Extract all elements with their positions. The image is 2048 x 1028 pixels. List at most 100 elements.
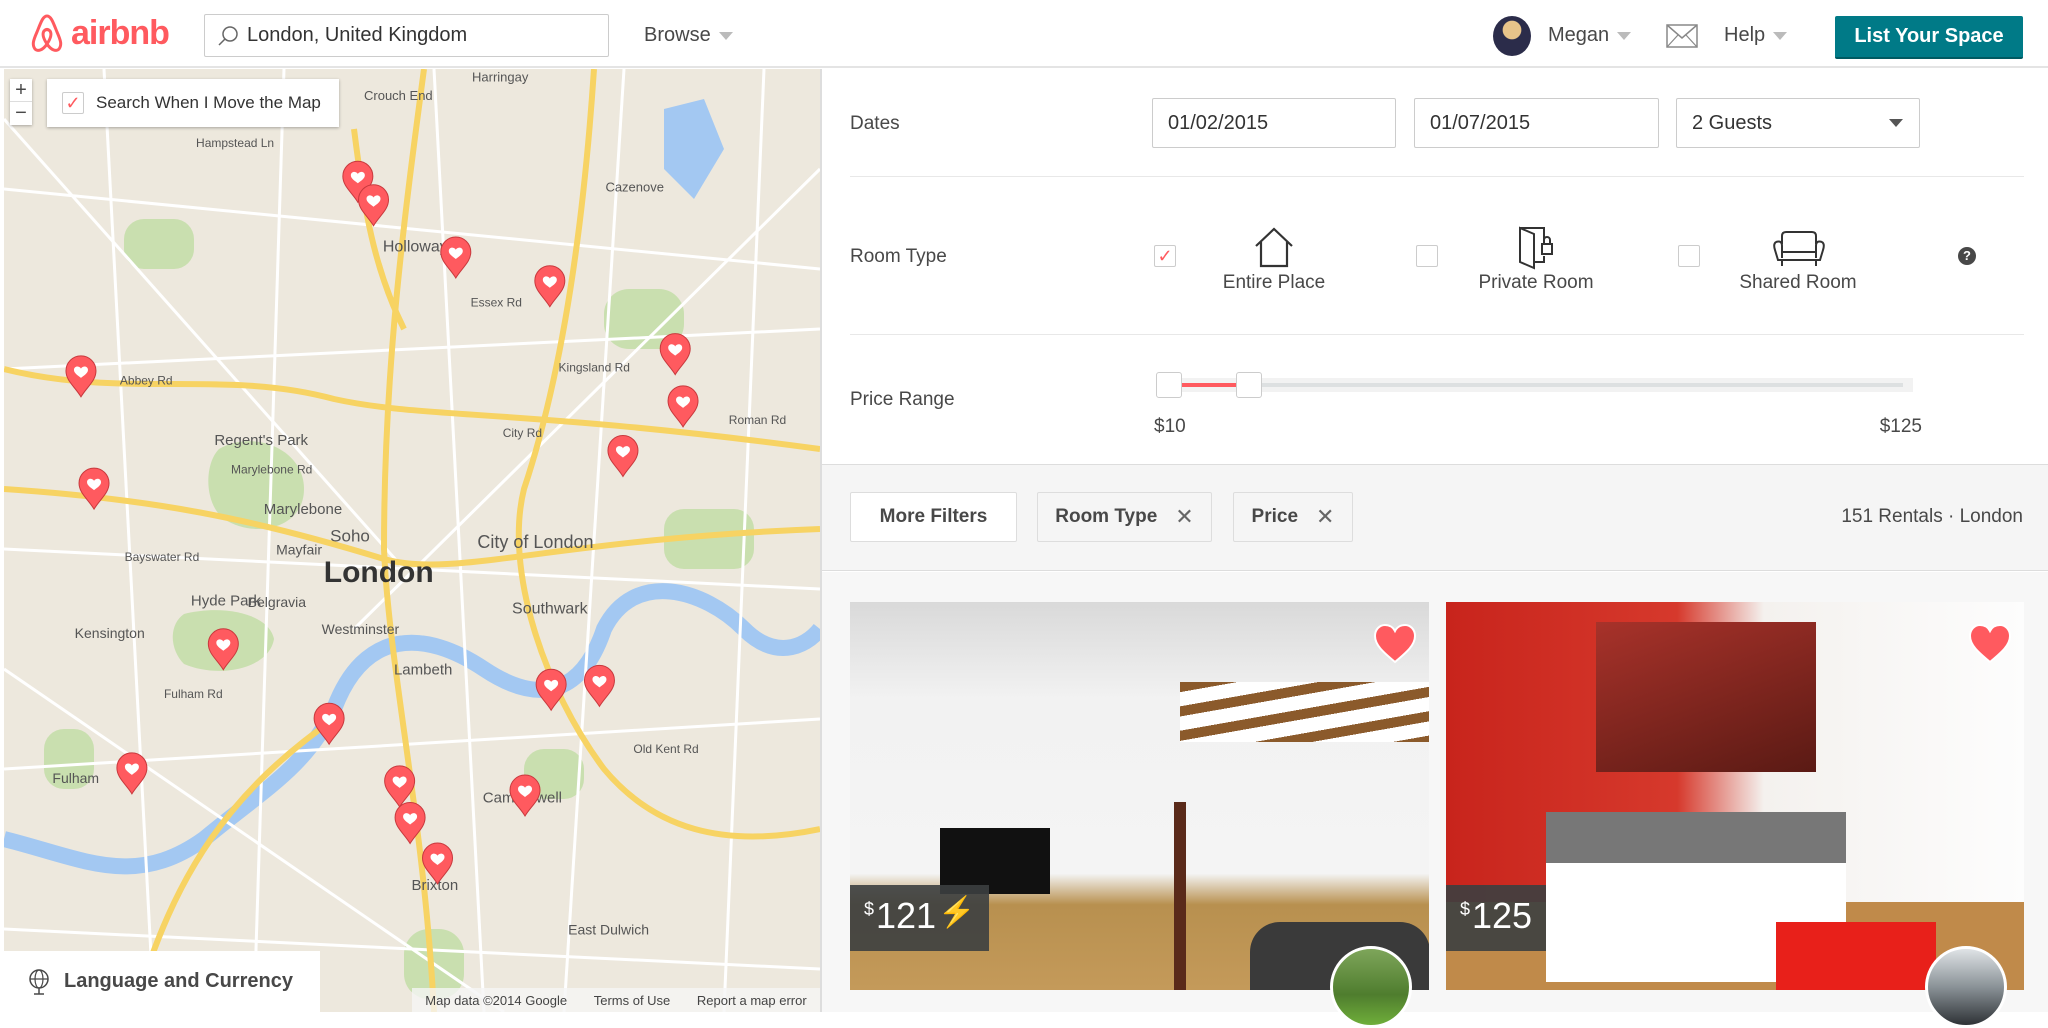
map-label: Marylebone Rd: [231, 463, 312, 477]
slider-max-handle[interactable]: [1236, 372, 1263, 398]
zoom-in-button[interactable]: +: [10, 79, 32, 102]
browse-menu[interactable]: Browse: [644, 24, 733, 47]
chevron-down-icon: [1889, 119, 1903, 127]
map-label: Bayswater Rd: [125, 550, 200, 564]
map-label: East Dulwich: [568, 922, 649, 938]
private-room-label[interactable]: Private Room: [1446, 272, 1626, 294]
language-currency-button[interactable]: Language and Currency: [4, 951, 320, 1012]
shared-room-label[interactable]: Shared Room: [1708, 272, 1888, 294]
airbnb-belo-icon: [31, 14, 63, 52]
close-icon[interactable]: ✕: [1175, 504, 1193, 530]
shared-room-checkbox[interactable]: [1678, 245, 1700, 267]
map-label: Hampstead Ln: [196, 136, 274, 150]
user-name: Megan: [1548, 24, 1610, 46]
currency: $: [1460, 899, 1471, 919]
map-label: Belgravia: [248, 594, 307, 610]
chip-label: Price: [1251, 506, 1299, 527]
zoom-out-button[interactable]: −: [10, 102, 32, 124]
map-label: Kensington: [75, 625, 145, 641]
room-type-chip[interactable]: Room Type ✕: [1037, 492, 1212, 542]
map-label: Kingsland Rd: [559, 361, 630, 375]
map-data-credit: Map data ©2014 Google: [425, 992, 568, 1008]
map-label: Fulham: [52, 770, 99, 786]
map-label: City of London: [477, 532, 593, 552]
close-icon[interactable]: ✕: [1316, 504, 1334, 530]
report-map-error-link[interactable]: Report a map error: [697, 993, 807, 1008]
user-menu[interactable]: Megan: [1548, 24, 1632, 47]
map-label: Fulham Rd: [164, 687, 223, 701]
listing-price-badge: $125: [1446, 885, 1547, 951]
heart-icon[interactable]: [1373, 624, 1417, 664]
checkin-input[interactable]: 01/02/2015: [1152, 98, 1396, 148]
slider-min-handle[interactable]: [1156, 372, 1182, 398]
header: airbnb London, United Kingdom Browse Meg…: [0, 0, 2048, 68]
browse-label: Browse: [644, 24, 711, 46]
host-avatar[interactable]: [1330, 946, 1412, 1028]
map-label: Lambeth: [394, 662, 452, 679]
photo-painting: [1596, 622, 1816, 772]
airbnb-logo[interactable]: airbnb: [29, 12, 170, 54]
search-when-move-toggle[interactable]: ✓ Search When I Move the Map: [47, 79, 339, 127]
listing-card[interactable]: $125: [1446, 602, 2024, 990]
divider: [850, 334, 2024, 335]
map-label: Regent's Park: [214, 432, 308, 449]
chevron-down-icon: [1773, 31, 1788, 40]
listing-price: 125: [1472, 895, 1533, 936]
heart-icon[interactable]: [1968, 624, 2012, 664]
instant-book-icon: ⚡: [938, 896, 976, 929]
checkout-input[interactable]: 01/07/2015: [1414, 98, 1659, 148]
room-type-label: Room Type: [850, 246, 947, 267]
map-label: Essex Rd: [471, 295, 522, 309]
map-label: Harringay: [472, 70, 529, 85]
location-search-input[interactable]: London, United Kingdom: [204, 14, 609, 57]
map-label: Crouch End: [364, 88, 433, 103]
terms-of-use-link[interactable]: Terms of Use: [594, 993, 671, 1008]
map-label: Cazenove: [605, 179, 664, 194]
search-value: London, United Kingdom: [247, 24, 468, 46]
mail-icon[interactable]: [1666, 24, 1698, 48]
chip-label: Room Type: [1055, 506, 1158, 527]
listing-card[interactable]: $121 ⚡: [850, 602, 1429, 990]
help-menu[interactable]: Help: [1724, 24, 1788, 47]
map[interactable]: London Regent's Park Hyde Park Soho City of …: [4, 69, 820, 1012]
map-label: Abbey Rd: [120, 374, 173, 388]
map-label: London: [324, 556, 434, 589]
photo-ladder: [1150, 802, 1210, 990]
photo-loft: [1180, 682, 1429, 742]
entire-place-label[interactable]: Entire Place: [1184, 272, 1364, 294]
map-label: Holloway: [383, 239, 448, 256]
results-count: 151 Rentals · London: [1841, 506, 2023, 527]
map-label: Marylebone: [264, 501, 342, 518]
host-avatar[interactable]: [1925, 946, 2007, 1028]
zoom-control: + −: [10, 79, 32, 125]
guests-select[interactable]: 2 Guests: [1676, 98, 1920, 148]
map-label: Soho: [330, 526, 370, 545]
listing-price-badge: $121 ⚡: [850, 885, 990, 951]
search-when-move-label: Search When I Move the Map: [96, 93, 321, 112]
dates-label: Dates: [850, 113, 900, 134]
chevron-down-icon: [1617, 31, 1632, 40]
more-filters-button[interactable]: More Filters: [850, 492, 1017, 542]
map-label: Westminster: [322, 621, 400, 637]
couch-icon: [1773, 231, 1825, 266]
map-label: Old Kent Rd: [633, 742, 698, 756]
entire-place-checkbox[interactable]: ✓: [1154, 245, 1176, 267]
search-when-move-checkbox[interactable]: ✓: [62, 92, 84, 114]
room-type-help-icon[interactable]: ?: [1958, 247, 1976, 265]
globe-icon: [29, 968, 49, 995]
map-canvas[interactable]: LondonRegent's ParkHyde ParkSoho City of …: [4, 69, 820, 1012]
map-label: Roman Rd: [729, 413, 786, 427]
private-room-checkbox[interactable]: [1416, 245, 1438, 267]
slider-track: [1166, 383, 1903, 387]
map-label: Southwark: [512, 600, 589, 617]
price-chip[interactable]: Price ✕: [1233, 492, 1353, 542]
avatar[interactable]: [1493, 16, 1531, 56]
chevron-down-icon: [718, 31, 733, 40]
help-label: Help: [1724, 24, 1766, 46]
divider: [850, 176, 2024, 177]
guests-value: 2 Guests: [1692, 111, 1773, 134]
logo-text: airbnb: [71, 13, 170, 52]
list-your-space-button[interactable]: List Your Space: [1835, 16, 2023, 59]
photo-rug: [1776, 922, 1936, 990]
price-slider[interactable]: [1156, 372, 1913, 398]
